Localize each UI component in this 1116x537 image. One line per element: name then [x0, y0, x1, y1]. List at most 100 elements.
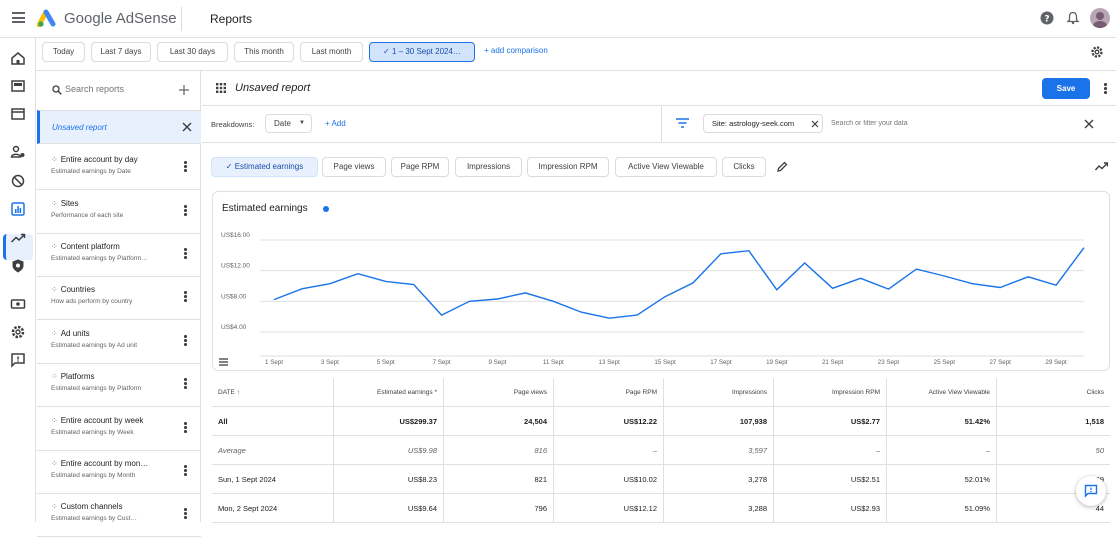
report-settings-icon[interactable] — [1090, 45, 1104, 59]
ads-icon[interactable] — [10, 78, 26, 94]
column-header[interactable]: Estimated earnings * — [334, 378, 444, 407]
column-header[interactable]: Impression RPM — [774, 378, 887, 407]
privacy-messaging-icon[interactable] — [10, 144, 26, 160]
table-cell: 52.01% — [887, 465, 997, 494]
settings-icon[interactable] — [10, 324, 26, 340]
filter-search-input[interactable] — [831, 120, 1061, 127]
report-name[interactable]: Unsaved report — [235, 82, 310, 94]
optimization-icon[interactable] — [10, 230, 26, 246]
header-divider — [181, 7, 182, 31]
report-more-icon[interactable] — [184, 378, 187, 390]
column-header[interactable]: Page views — [444, 378, 554, 407]
sidebar-report-item[interactable]: ⁘ Entire account by mon… Estimated earning… — [37, 451, 201, 494]
report-title: ⁘ Sites — [51, 199, 79, 208]
breakdown-date-dropdown[interactable]: Date ▼ — [265, 114, 312, 133]
report-more-icon[interactable] — [184, 465, 187, 477]
table-cell: US$2.93 — [774, 494, 887, 523]
remove-filter-icon[interactable] — [811, 120, 819, 128]
x-tick-label: 13 Sept — [599, 359, 621, 366]
date-chip-last-month[interactable]: Last month — [300, 42, 363, 62]
metric-chip-impression-rpm[interactable]: Impression RPM — [527, 157, 609, 177]
report-more-icon[interactable] — [184, 291, 187, 303]
menu-icon[interactable] — [12, 12, 25, 23]
divider — [661, 106, 662, 142]
svg-text:?: ? — [1044, 14, 1049, 24]
avatar[interactable] — [1090, 8, 1110, 28]
metric-chip-impressions[interactable]: Impressions — [455, 157, 522, 177]
clear-filters-icon[interactable] — [1084, 119, 1094, 129]
brand-name[interactable]: Google AdSense — [64, 10, 177, 27]
report-more-icon[interactable] — [184, 248, 187, 260]
sidebar-report-item[interactable]: ⁘ Countries How ads perform by country — [37, 277, 201, 320]
add-report-icon[interactable] — [179, 85, 189, 95]
navigation-rail — [0, 38, 36, 522]
metric-chip-page-views[interactable]: Page views — [322, 157, 386, 177]
date-chip-last-30-days[interactable]: Last 30 days — [157, 42, 228, 62]
sidebar-item-unsaved-report[interactable]: Unsaved report — [37, 110, 201, 144]
sidebar-report-item[interactable]: ⁘ Platforms Estimated earnings by Platform — [37, 364, 201, 407]
report-subtitle: Estimated earnings by Date — [51, 168, 131, 175]
filter-icon[interactable] — [676, 118, 689, 128]
sparkle-icon: ⁘ — [51, 502, 58, 511]
report-title: ⁘ Custom channels — [51, 502, 123, 511]
sparkle-icon: ⁘ — [51, 459, 58, 468]
date-chip-last-7-days[interactable]: Last 7 days — [91, 42, 151, 62]
column-header[interactable]: DATE ↑ — [212, 378, 334, 407]
metric-chip-clicks[interactable]: Clicks — [722, 157, 766, 177]
chart-type-icon[interactable] — [1095, 162, 1108, 172]
date-chip-today[interactable]: Today — [42, 42, 85, 62]
add-comparison-link[interactable]: + add comparison — [484, 46, 548, 55]
add-breakdown-button[interactable]: + Add — [325, 119, 346, 128]
sites-icon[interactable] — [10, 106, 26, 122]
feedback-button[interactable] — [1076, 476, 1106, 506]
sidebar-report-item[interactable]: ⁘ Entire account by week Estimated earning… — [37, 408, 201, 451]
column-header[interactable]: Clicks — [997, 378, 1110, 407]
policy-center-icon[interactable] — [10, 258, 26, 274]
help-icon[interactable]: ? — [1040, 11, 1054, 25]
metric-chip-page-rpm[interactable]: Page RPM — [391, 157, 449, 177]
x-tick-label: 27 Sept — [990, 359, 1012, 366]
sidebar-report-item[interactable]: ⁘ Content platform Estimated earnings by P… — [37, 234, 201, 277]
feedback-icon[interactable] — [10, 352, 26, 368]
y-tick-label: US$8.00 — [221, 293, 247, 300]
reports-icon[interactable] — [10, 201, 26, 217]
save-button[interactable]: Save — [1042, 78, 1090, 99]
search-reports-input[interactable] — [65, 82, 175, 96]
close-icon[interactable] — [182, 122, 192, 132]
sidebar-report-item[interactable]: ⁘ Custom channels Estimated earnings by Cu… — [37, 494, 201, 537]
column-header[interactable]: Active View Viewable — [887, 378, 997, 407]
report-more-icon[interactable] — [184, 335, 187, 347]
report-subtitle: Estimated earnings by Cust… — [51, 515, 137, 522]
sidebar-report-item[interactable]: ⁘ Sites Performance of each site — [37, 191, 201, 234]
x-tick-label: 9 Sept — [489, 359, 507, 366]
date-chip-this-month[interactable]: This month — [234, 42, 294, 62]
search-icon — [52, 85, 62, 95]
date-range-label: 1 – 30 Sept 2024… — [391, 47, 461, 56]
report-more-icon[interactable] — [184, 161, 187, 173]
report-more-icon[interactable] — [184, 422, 187, 434]
notifications-icon[interactable] — [1066, 11, 1080, 25]
sidebar-report-item[interactable]: ⁘ Entire account by day Estimated earnings… — [37, 147, 201, 190]
edit-metrics-icon[interactable] — [776, 161, 788, 173]
y-tick-label: US$16.00 — [221, 232, 250, 239]
column-header[interactable]: Page RPM — [554, 378, 664, 407]
date-chip-custom-range[interactable]: ✓ 1 – 30 Sept 2024… — [369, 42, 475, 62]
feedback-icon — [1084, 484, 1098, 498]
report-more-icon[interactable] — [184, 205, 187, 217]
sidebar-report-item[interactable]: ⁘ Ad units Estimated earnings by Ad unit — [37, 321, 201, 364]
site-filter-chip[interactable]: Site: astrology-seek.com — [703, 114, 823, 133]
table-cell: 3,278 — [664, 465, 774, 494]
metric-chip-active-view-viewable[interactable]: Active View Viewable — [615, 157, 717, 177]
home-icon[interactable] — [10, 50, 26, 66]
blocking-controls-icon[interactable] — [10, 173, 26, 189]
more-options-icon[interactable] — [1104, 83, 1107, 95]
report-more-icon[interactable] — [184, 508, 187, 520]
payments-icon[interactable] — [10, 296, 26, 312]
report-title-text: Countries — [60, 285, 95, 294]
metric-chip-estimated-earnings[interactable]: ✓ Estimated earnings — [211, 157, 318, 177]
chart-title: Estimated earnings — [222, 203, 308, 214]
column-header[interactable]: Impressions — [664, 378, 774, 407]
x-tick-label: 5 Sept — [377, 359, 395, 366]
earnings-line-chart[interactable]: US$16.00 US$12.00 US$8.00 US$4.00 1 Sept 3 Se… — [212, 220, 1110, 372]
apps-grid-icon[interactable] — [216, 83, 226, 93]
